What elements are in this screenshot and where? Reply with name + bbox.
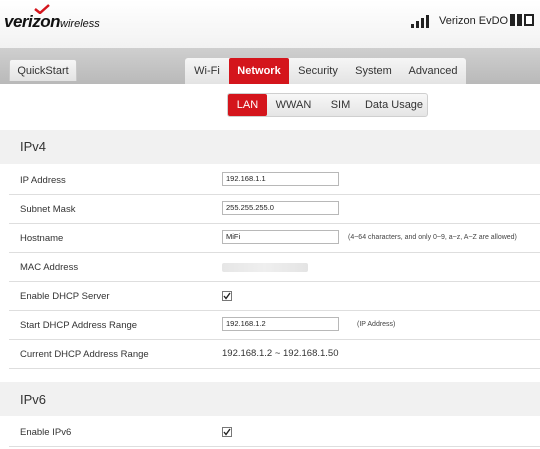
brand-suffix: wireless — [60, 18, 100, 30]
ip-address-label: IP Address — [20, 175, 66, 186]
ipv4-title: IPv4 — [20, 139, 47, 154]
subnet-mask-label: Subnet Mask — [20, 204, 76, 215]
subtab-sim[interactable]: SIM — [320, 94, 361, 116]
start-dhcp-row: Start DHCP Address Range 192.168.1.2 (IP… — [9, 311, 540, 340]
ip-address-row: IP Address 192.168.1.1 — [9, 166, 540, 195]
subtab-data-usage[interactable]: Data Usage — [361, 94, 427, 116]
tab-advanced[interactable]: Advanced — [400, 58, 466, 84]
tab-wifi[interactable]: Wi-Fi — [185, 58, 229, 84]
current-dhcp-value: 192.168.1.2 ~ 192.168.1.50 — [222, 348, 339, 359]
enable-ipv6-checkbox[interactable] — [222, 427, 232, 437]
hostname-input[interactable]: MiFi — [222, 230, 339, 244]
enable-ipv6-label: Enable IPv6 — [20, 427, 72, 438]
mac-address-label: MAC Address — [20, 262, 79, 273]
quickstart-tab[interactable]: QuickStart — [9, 59, 77, 81]
mac-address-value — [222, 263, 308, 272]
verizon-logo: verizonwireless — [4, 4, 100, 40]
subtab-wwan[interactable]: WWAN — [267, 94, 320, 116]
subnet-mask-row: Subnet Mask 255.255.255.0 — [9, 195, 540, 224]
check-mark-icon — [34, 4, 50, 14]
brand-name: verizon — [4, 12, 61, 31]
current-dhcp-row: Current DHCP Address Range 192.168.1.2 ~… — [9, 340, 540, 369]
subnet-mask-input[interactable]: 255.255.255.0 — [222, 201, 339, 215]
enable-dhcp-label: Enable DHCP Server — [20, 291, 110, 302]
tab-network[interactable]: Network — [229, 58, 289, 84]
hostname-label: Hostname — [20, 233, 64, 244]
battery-icon — [510, 14, 540, 26]
check-icon — [223, 292, 231, 300]
hostname-row: Hostname MiFi (4~64 characters, and only… — [9, 224, 540, 253]
carrier-name: Verizon EvDO — [439, 15, 509, 27]
hostname-hint: (4~64 characters, and only 0~9, a~z, A~Z… — [348, 234, 517, 241]
ip-address-input[interactable]: 192.168.1.1 — [222, 172, 339, 186]
enable-dhcp-row: Enable DHCP Server — [9, 282, 540, 311]
ipv4-section-header: IPv4 — [0, 130, 540, 164]
sub-tabs: LAN WWAN SIM Data Usage — [227, 93, 428, 117]
tab-system[interactable]: System — [347, 58, 400, 84]
check-icon — [223, 428, 231, 436]
signal-bars-icon — [411, 14, 433, 28]
start-dhcp-input[interactable]: 192.168.1.2 — [222, 317, 339, 331]
enable-dhcp-checkbox[interactable] — [222, 291, 232, 301]
subtab-lan[interactable]: LAN — [228, 94, 267, 116]
main-tabs: Wi-Fi Network Security System Advanced — [185, 58, 466, 84]
mac-address-row: MAC Address — [9, 253, 540, 282]
start-dhcp-hint: (IP Address) — [357, 321, 396, 328]
tab-security[interactable]: Security — [289, 58, 347, 84]
ipv6-section-header: IPv6 — [0, 382, 540, 416]
start-dhcp-label: Start DHCP Address Range — [20, 320, 138, 331]
ipv6-title: IPv6 — [20, 392, 47, 407]
enable-ipv6-row: Enable IPv6 — [9, 418, 540, 447]
current-dhcp-label: Current DHCP Address Range — [20, 349, 149, 360]
header-bar: verizonwireless Verizon EvDO — [0, 0, 540, 48]
